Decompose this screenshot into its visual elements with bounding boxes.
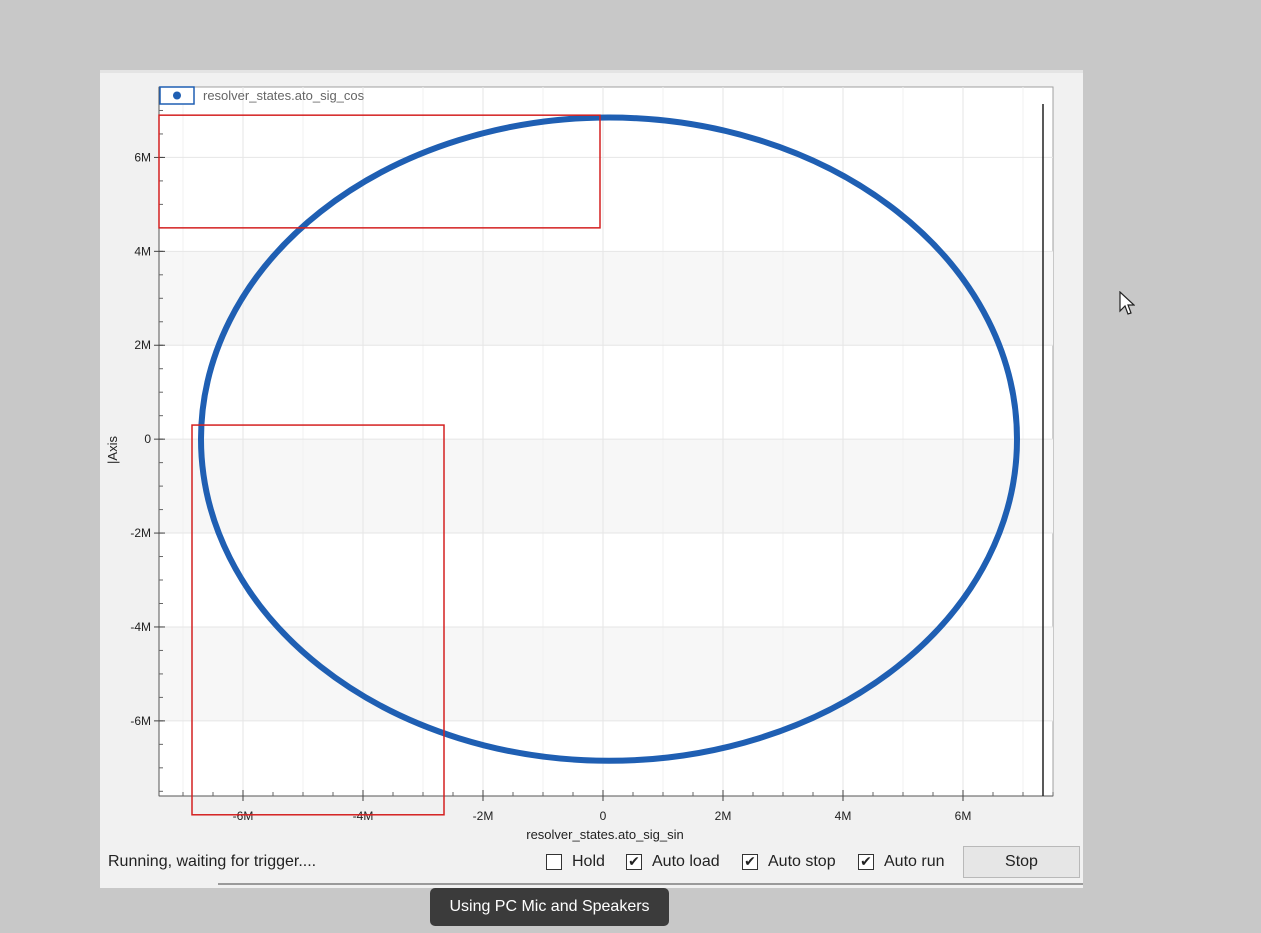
status-text: Running, waiting for trigger.... xyxy=(108,853,317,870)
hold-checkbox[interactable]: Hold xyxy=(546,851,605,873)
y-tick-label: 6M xyxy=(134,150,151,164)
auto-load-label: Auto load xyxy=(652,853,720,870)
grid-band xyxy=(159,251,1053,346)
legend-marker xyxy=(173,91,181,100)
auto-load-checkbox-box[interactable]: ✔ xyxy=(626,854,642,870)
y-axis-label: |Axis xyxy=(105,436,120,464)
y-tick-label: 0 xyxy=(144,432,151,446)
y-tick-label: -2M xyxy=(130,526,151,540)
x-tick-label: -2M xyxy=(473,809,494,823)
x-tick-label: 4M xyxy=(835,809,852,823)
x-tick-label: -6M xyxy=(233,809,254,823)
legend: resolver_states.ato_sig_cos xyxy=(159,86,365,105)
y-tick-label: 2M xyxy=(134,338,151,352)
grid-band xyxy=(159,439,1053,534)
tooltip: Using PC Mic and Speakers xyxy=(430,888,669,926)
hold-label: Hold xyxy=(572,853,605,870)
auto-stop-checkbox[interactable]: ✔ Auto stop xyxy=(742,851,836,873)
auto-run-label: Auto run xyxy=(884,853,945,870)
stop-button[interactable]: Stop xyxy=(963,846,1080,878)
x-tick-label: -4M xyxy=(353,809,374,823)
x-tick-label: 6M xyxy=(955,809,972,823)
x-axis-label: resolver_states.ato_sig_sin xyxy=(526,827,684,842)
auto-run-checkbox[interactable]: ✔ Auto run xyxy=(858,851,944,873)
y-tick-label: -6M xyxy=(130,714,151,728)
y-tick-label: -4M xyxy=(130,620,151,634)
auto-stop-label: Auto stop xyxy=(768,853,836,870)
xy-plot: -6M -4M -2M 0 2M 4M 6M -6M -4M -2M 0 2M 4M 6M resolve… xyxy=(105,86,1054,842)
x-tick-label: 0 xyxy=(600,809,607,823)
auto-stop-checkbox-box[interactable]: ✔ xyxy=(742,854,758,870)
hold-checkbox-box[interactable] xyxy=(546,854,562,870)
y-tick-label: 4M xyxy=(134,244,151,258)
auto-load-checkbox[interactable]: ✔ Auto load xyxy=(626,851,720,873)
mouse-pointer-icon xyxy=(1119,291,1135,315)
legend-label: resolver_states.ato_sig_cos xyxy=(203,88,365,103)
x-tick-label: 2M xyxy=(715,809,732,823)
auto-run-checkbox-box[interactable]: ✔ xyxy=(858,854,874,870)
